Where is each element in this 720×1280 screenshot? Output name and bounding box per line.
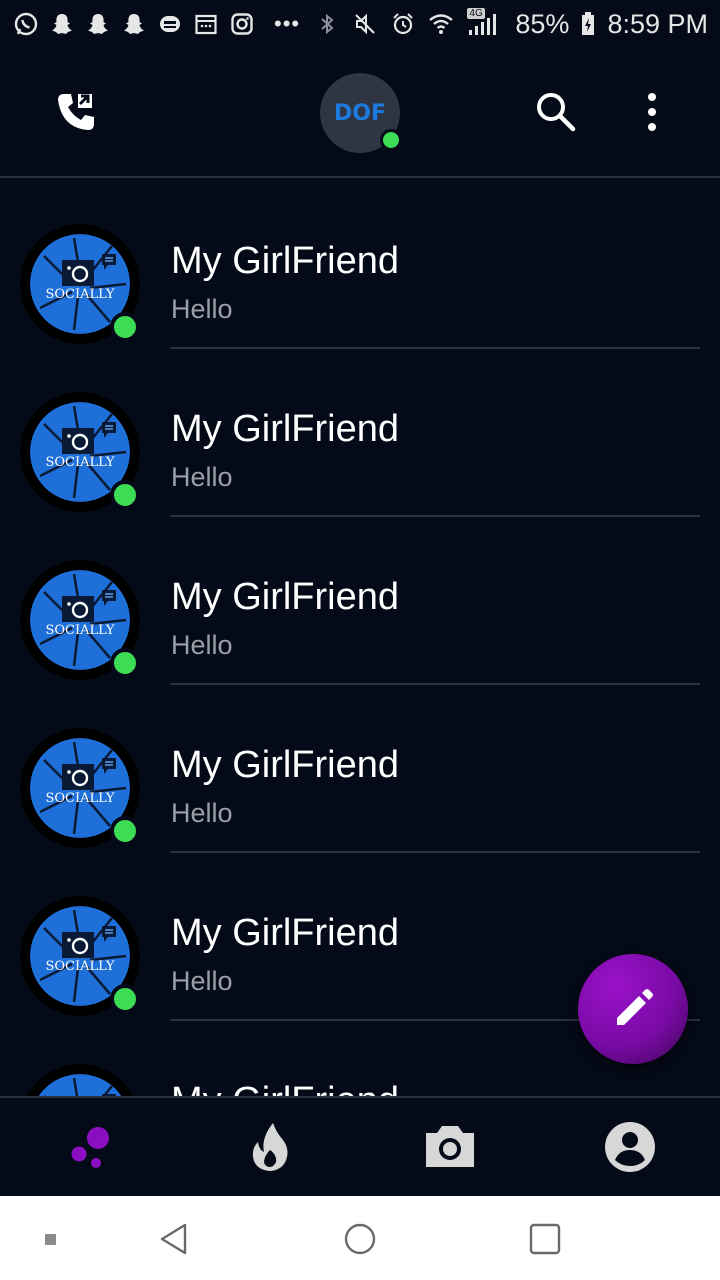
back-button[interactable] (158, 1222, 192, 1256)
whatsapp-icon (12, 10, 40, 38)
more-notifications-indicator: ••• (274, 11, 301, 36)
profile-initials: DOF (334, 100, 386, 126)
tab-chats[interactable] (0, 1098, 180, 1196)
status-bar: ••• 4G 85% 8:59 PM (0, 0, 720, 48)
bottom-navigation (0, 1096, 720, 1196)
instagram-icon (228, 10, 256, 38)
tab-camera[interactable] (360, 1098, 540, 1196)
message-preview: Hello (171, 462, 233, 492)
snapchat-icon (48, 10, 76, 38)
online-status-dot (380, 129, 402, 151)
snapchat-icon (84, 10, 112, 38)
message-preview: Hello (171, 798, 233, 828)
message-preview: Hello (171, 630, 233, 660)
overview-button[interactable] (528, 1222, 562, 1256)
message-preview: Hello (171, 966, 233, 996)
app-header: DOF (0, 48, 720, 178)
message-preview: Hello (171, 294, 233, 324)
more-vertical-icon (648, 93, 656, 131)
online-status-dot (110, 480, 140, 510)
chat-bubbles-icon (71, 1127, 109, 1168)
compose-message-button[interactable] (578, 954, 688, 1064)
search-icon (537, 93, 576, 132)
contact-avatar[interactable]: SOCIALLY (20, 392, 140, 512)
avatar-logo-text: SOCIALLY (45, 623, 114, 638)
contact-name: My GirlFriend (171, 1080, 399, 1096)
messenger-bot-icon (156, 10, 184, 38)
system-indicators: 4G 85% 8:59 PM (313, 8, 708, 40)
recents-dot-icon (45, 1234, 56, 1245)
contact-avatar[interactable]: SOCIALLY (20, 224, 140, 344)
pencil-icon (617, 989, 653, 1025)
search-button[interactable] (526, 82, 586, 142)
tab-profile[interactable] (540, 1098, 720, 1196)
avatar-logo-text: SOCIALLY (45, 287, 114, 302)
avatar-logo-text: SOCIALLY (45, 455, 114, 470)
contact-avatar[interactable]: SOCIALLY (20, 560, 140, 680)
avatar-logo-text: SOCIALLY (45, 959, 114, 974)
calls-button[interactable] (46, 82, 106, 142)
avatar-logo-text: SOCIALLY (45, 791, 114, 806)
socially-logo-icon: SOCIALLY (30, 1074, 130, 1096)
wifi-icon (427, 10, 455, 38)
conversation-item[interactable]: SOCIALLY My GirlFriend Hello (0, 516, 720, 685)
signal-icon: 4G (465, 8, 505, 38)
profile-avatar[interactable]: DOF (320, 73, 402, 153)
tab-trending[interactable] (180, 1098, 360, 1196)
calendar-icon (192, 10, 220, 38)
contact-name: My GirlFriend (171, 408, 400, 450)
recents-dot-button[interactable] (34, 1222, 68, 1256)
account-icon (605, 1122, 655, 1172)
mute-icon (351, 10, 379, 38)
contact-avatar[interactable]: SOCIALLY (20, 728, 140, 848)
flame-icon (252, 1123, 288, 1171)
clock: 8:59 PM (607, 8, 708, 39)
snapchat-icon (120, 10, 148, 38)
conversation-item[interactable]: SOCIALLY My GirlFriend Hello (0, 348, 720, 517)
battery-percent: 85% (515, 8, 570, 39)
online-status-dot (110, 984, 140, 1014)
contact-name: My GirlFriend (171, 912, 400, 954)
online-status-dot (110, 816, 140, 846)
alarm-icon (389, 10, 417, 38)
back-icon (160, 1223, 187, 1255)
more-options-button[interactable] (622, 82, 682, 142)
conversation-item[interactable]: SOCIALLY My GirlFriend Hello (0, 180, 720, 349)
contact-name: My GirlFriend (171, 576, 400, 618)
conversation-item[interactable]: SOCIALLY My GirlFriend Hello (0, 684, 720, 853)
contact-avatar[interactable]: SOCIALLY (20, 896, 140, 1016)
online-status-dot (110, 648, 140, 678)
bluetooth-icon (313, 10, 341, 38)
contact-name: My GirlFriend (171, 744, 400, 786)
camera-icon (426, 1126, 474, 1167)
notification-icons: ••• (12, 10, 300, 38)
network-badge: 4G (467, 8, 485, 19)
system-navigation-bar (0, 1196, 720, 1280)
online-status-dot (110, 312, 140, 342)
phone-call-icon (58, 94, 94, 130)
home-icon (344, 1223, 376, 1255)
home-button[interactable] (343, 1222, 377, 1256)
contact-name: My GirlFriend (171, 240, 400, 282)
overview-icon (529, 1223, 561, 1255)
contact-avatar[interactable]: SOCIALLY (20, 1064, 140, 1096)
battery-charging-icon (579, 10, 597, 38)
